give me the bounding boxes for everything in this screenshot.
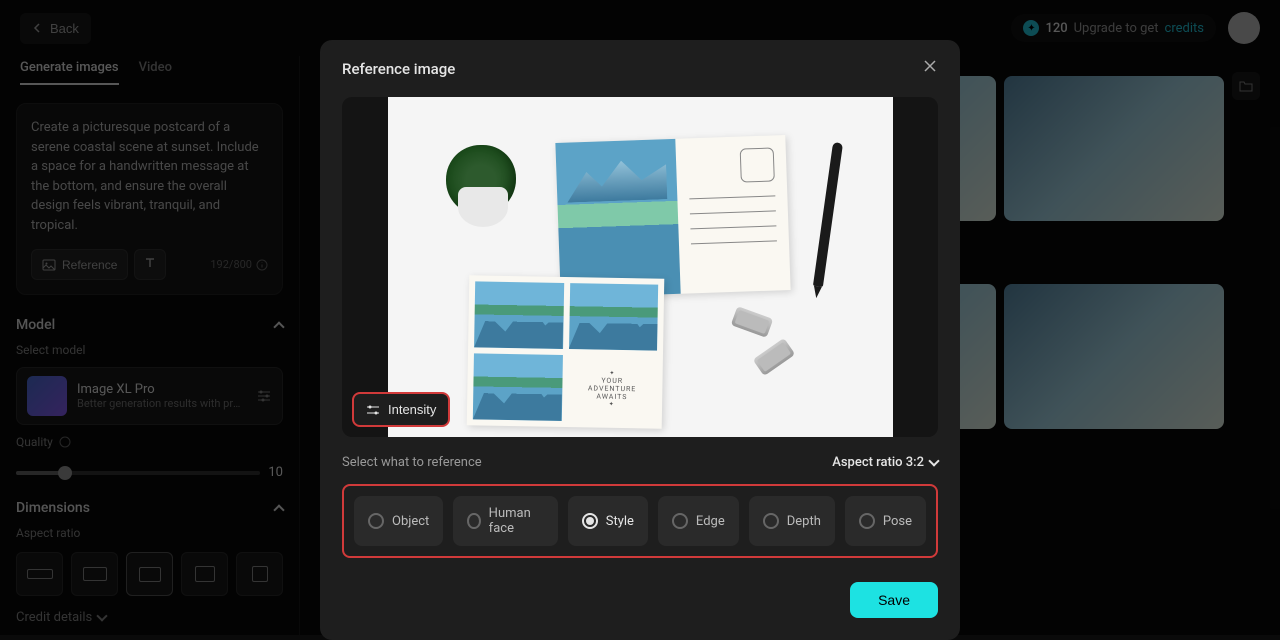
postcard-mockup-2: ✦ YOUR ADVENTURE AWAITS ✦ bbox=[466, 275, 664, 428]
pen-decoration bbox=[812, 142, 842, 287]
reference-option-depth[interactable]: Depth bbox=[749, 496, 835, 546]
postcard-mockup-1 bbox=[555, 135, 790, 298]
reference-type-options: Object Human face Style Edge Depth bbox=[342, 484, 938, 558]
intensity-label: Intensity bbox=[388, 402, 436, 417]
radio-icon bbox=[368, 513, 384, 529]
reference-option-object[interactable]: Object bbox=[354, 496, 443, 546]
modal-title: Reference image bbox=[342, 60, 455, 78]
reference-preview-image: ✦ YOUR ADVENTURE AWAITS ✦ bbox=[388, 97, 893, 437]
save-button[interactable]: Save bbox=[850, 582, 938, 618]
close-button[interactable] bbox=[922, 58, 938, 79]
intensity-button[interactable]: Intensity bbox=[352, 392, 450, 427]
radio-icon bbox=[582, 513, 598, 529]
clip-decoration bbox=[752, 338, 795, 376]
reference-option-edge[interactable]: Edge bbox=[658, 496, 739, 546]
clip-decoration bbox=[730, 306, 773, 338]
chevron-down-icon bbox=[928, 455, 939, 466]
aspect-ratio-selector[interactable]: Aspect ratio 3:2 bbox=[832, 455, 938, 470]
preview-container: ✦ YOUR ADVENTURE AWAITS ✦ Intensity bbox=[342, 97, 938, 437]
reference-image-modal: Reference image bbox=[320, 40, 960, 640]
reference-option-pose[interactable]: Pose bbox=[845, 496, 926, 546]
radio-icon bbox=[859, 513, 875, 529]
select-what-label: Select what to reference bbox=[342, 455, 482, 470]
reference-option-human-face[interactable]: Human face bbox=[453, 496, 557, 546]
plant-decoration bbox=[438, 137, 528, 227]
sliders-icon bbox=[366, 403, 380, 417]
radio-icon bbox=[467, 513, 480, 529]
close-icon bbox=[922, 58, 938, 74]
radio-icon bbox=[763, 513, 779, 529]
radio-icon bbox=[672, 513, 688, 529]
reference-option-style[interactable]: Style bbox=[568, 496, 648, 546]
